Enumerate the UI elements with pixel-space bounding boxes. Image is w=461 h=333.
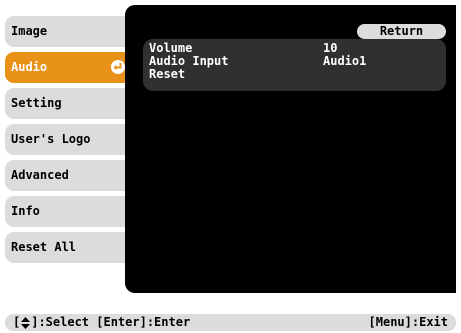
- reset-label: Reset: [149, 67, 186, 81]
- menu-item-advanced[interactable]: Advanced: [5, 160, 125, 191]
- menu-item-image[interactable]: Image: [5, 16, 125, 47]
- help-select-text: ]:Select [Enter]:Enter: [31, 315, 191, 329]
- menu-item-label: Image: [11, 24, 48, 38]
- help-menu-exit: [Menu]:Exit: [368, 315, 448, 329]
- bracket-open: [: [13, 315, 21, 329]
- return-button[interactable]: Return: [357, 24, 446, 39]
- help-bar: [ ]:Select [Enter]:Enter [Menu]:Exit: [5, 314, 456, 331]
- menu-item-label: Reset All: [11, 240, 77, 254]
- up-down-arrows-icon: [21, 316, 31, 329]
- help-select-enter: [ ]:Select [Enter]:Enter: [13, 314, 190, 331]
- menu-item-setting[interactable]: Setting: [5, 88, 125, 119]
- menu-item-label: Audio: [11, 60, 48, 74]
- menu-item-info[interactable]: Info: [5, 196, 125, 227]
- menu-item-audio[interactable]: Audio: [5, 52, 133, 83]
- enter-icon: [111, 60, 125, 74]
- menu-item-label: Advanced: [11, 168, 69, 182]
- volume-label: Volume: [149, 41, 193, 55]
- menu-item-users-logo[interactable]: User's Logo: [5, 124, 125, 155]
- menu-item-reset-all[interactable]: Reset All: [5, 232, 125, 263]
- menu-item-label: Info: [11, 204, 40, 218]
- audio-input-value: Audio1: [323, 54, 367, 68]
- audio-input-label: Audio Input: [149, 54, 229, 68]
- submenu-box: Volume 10 Audio Input Audio1 Reset: [143, 39, 446, 91]
- volume-value: 10: [323, 41, 338, 55]
- menu-item-label: User's Logo: [11, 132, 91, 146]
- menu-item-label: Setting: [11, 96, 62, 110]
